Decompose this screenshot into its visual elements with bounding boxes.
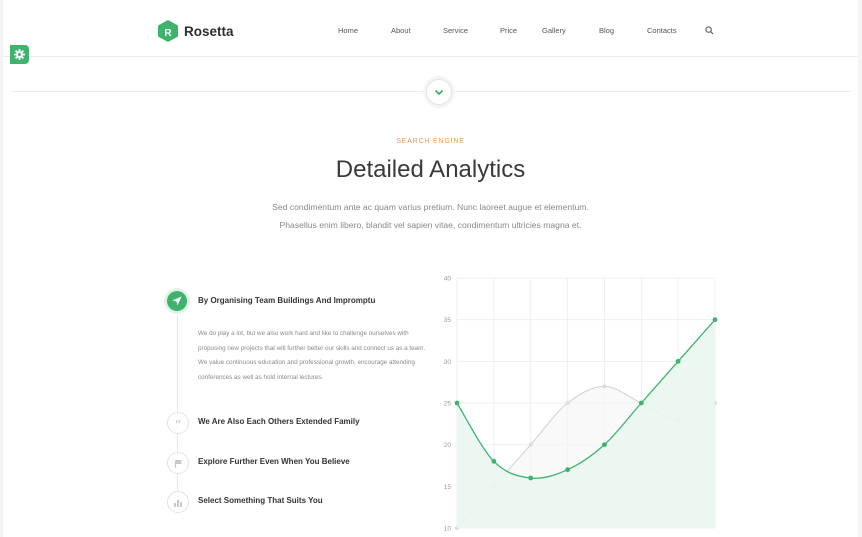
page: R Rosetta Home About Service Price Galle… — [3, 0, 858, 537]
series-2-point — [528, 442, 533, 447]
nav-price[interactable]: Price — [500, 26, 517, 35]
nav-gallery[interactable]: Gallery — [542, 26, 566, 35]
feature-4-icon[interactable] — [167, 491, 189, 513]
nav-service[interactable]: Service — [443, 26, 468, 35]
feature-2-icon[interactable]: “ — [167, 412, 189, 434]
rocket-icon — [172, 296, 182, 306]
feature-1-title[interactable]: By Organising Team Buildings And Impromp… — [198, 296, 375, 305]
svg-text:R: R — [164, 28, 172, 39]
y-tick-label: 25 — [444, 401, 452, 408]
series-1-point — [638, 400, 644, 406]
section-title: Detailed Analytics — [335, 156, 526, 183]
nav-contacts[interactable]: Contacts — [647, 26, 677, 35]
search-icon[interactable] — [705, 26, 714, 35]
gear-icon — [14, 49, 25, 60]
series-1-point — [712, 317, 718, 323]
section-eyebrow: SEARCH ENGINE — [396, 138, 465, 145]
analytics-line-chart: 10 15 20 25 30 35 40 — [444, 276, 718, 533]
series-2-point — [565, 401, 570, 405]
feature-4-title[interactable]: Select Something That Suits You — [198, 496, 323, 505]
flag-icon — [174, 459, 182, 468]
feature-timeline-line — [177, 316, 178, 506]
y-tick-label: 40 — [444, 276, 452, 283]
section-lead-line-2: Phasellus enim libero, blandit vel sapie… — [279, 220, 582, 230]
series-1-point — [565, 467, 570, 473]
series-1-point — [602, 442, 607, 448]
brand-name: Rosetta — [184, 23, 234, 39]
y-tick-label: 10 — [444, 526, 452, 533]
site-header: R Rosetta Home About Service Price Galle… — [3, 0, 858, 57]
feature-3-icon[interactable] — [167, 452, 189, 474]
y-tick-label: 15 — [444, 484, 452, 491]
series-2-point — [602, 384, 607, 389]
y-tick-label: 35 — [444, 317, 452, 324]
series-1-point — [454, 400, 460, 406]
scroll-down-button[interactable] — [426, 79, 452, 105]
series-1-point — [491, 458, 497, 464]
feature-1-icon[interactable] — [167, 291, 187, 311]
feature-3-title[interactable]: Explore Further Even When You Believe — [198, 457, 350, 466]
chart-icon — [174, 499, 182, 507]
y-tick-label: 20 — [444, 442, 452, 449]
settings-toggle-button[interactable] — [10, 45, 29, 64]
series-1-point — [675, 358, 681, 364]
chevron-down-icon — [434, 89, 444, 95]
nav-about[interactable]: About — [391, 26, 411, 35]
quote-icon: “ — [174, 418, 182, 434]
logo[interactable]: R Rosetta — [158, 20, 234, 42]
feature-1-body: We do play a lot, but we also work hard … — [198, 330, 426, 381]
logo-hexagon-icon: R — [158, 20, 178, 42]
nav-home[interactable]: Home — [338, 26, 358, 35]
section-lead-line-1: Sed condimentum ante ac quam varius pret… — [272, 202, 589, 212]
y-tick-label: 30 — [444, 359, 452, 366]
feature-2-title[interactable]: We Are Also Each Others Extended Family — [198, 417, 360, 426]
series-1-point — [528, 475, 534, 481]
nav-blog[interactable]: Blog — [599, 26, 614, 35]
